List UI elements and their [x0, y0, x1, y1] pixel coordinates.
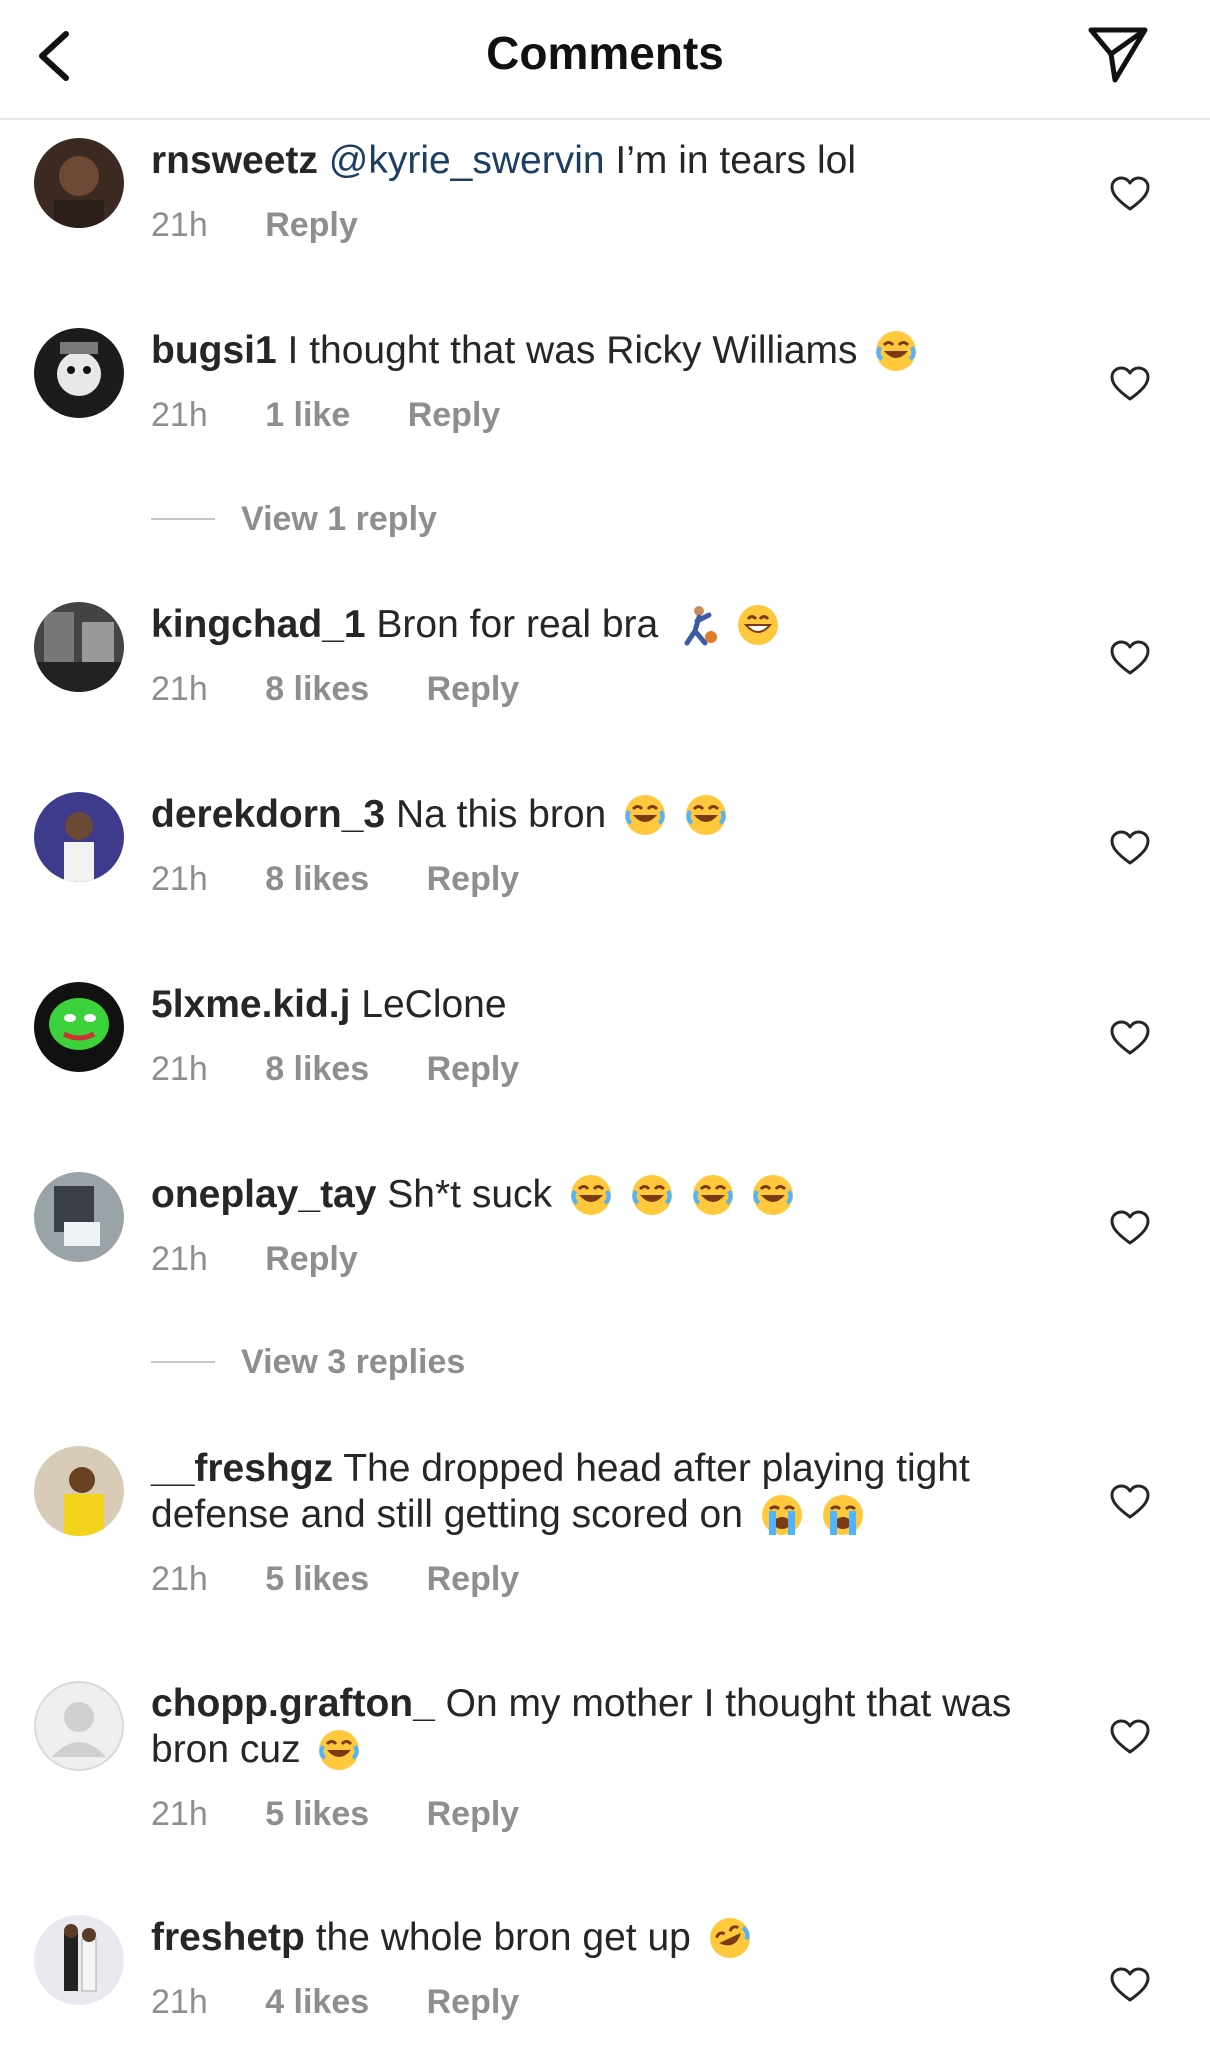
comment-meta: 21h 5 likes Reply [151, 1560, 567, 1599]
timestamp: 21h [151, 206, 208, 244]
reply-button[interactable]: Reply [427, 1795, 520, 1834]
divider [151, 1361, 215, 1363]
laughing-emoji-icon [625, 795, 666, 835]
comment-body: I’m in tears lol [604, 139, 856, 182]
avatar[interactable] [34, 982, 124, 1072]
comment-body: the whole bron get up [304, 1916, 691, 1959]
laughing-emoji-icon [319, 1730, 360, 1770]
reply-button[interactable]: Reply [427, 1050, 520, 1089]
timestamp: 21h [151, 670, 208, 708]
heart-icon[interactable] [1110, 1967, 1150, 2003]
divider [151, 518, 215, 520]
comment-meta: 21h Reply [151, 1240, 406, 1279]
likes-count[interactable]: 8 likes [265, 860, 369, 899]
timestamp: 21h [151, 1795, 208, 1833]
heart-icon[interactable] [1110, 1484, 1150, 1520]
crying-emoji-icon [822, 1495, 863, 1535]
comment-body: LeClone [350, 983, 507, 1026]
comment-text: bugsi1 I thought that was Ricky Williams [151, 328, 1081, 374]
avatar[interactable] [34, 138, 124, 228]
heart-icon[interactable] [1110, 176, 1150, 212]
heart-icon[interactable] [1110, 366, 1150, 402]
comment-meta: 21h 8 likes Reply [151, 1050, 567, 1089]
likes-count[interactable]: 1 like [265, 396, 350, 435]
username[interactable]: bugsi1 [151, 329, 277, 372]
username[interactable]: __freshgz [151, 1447, 333, 1490]
avatar[interactable] [34, 1915, 124, 2005]
laughing-emoji-icon [753, 1175, 794, 1215]
comment-text: freshetp the whole bron get up [151, 1915, 1081, 1961]
crying-emoji-icon [761, 1495, 802, 1535]
timestamp: 21h [151, 1560, 208, 1598]
laughing-emoji-icon [685, 795, 726, 835]
comment-text: __freshgz The dropped head after playing… [151, 1446, 1081, 1538]
avatar[interactable] [34, 328, 124, 418]
avatar[interactable] [34, 1446, 124, 1536]
reply-button[interactable]: Reply [427, 1560, 520, 1599]
heart-icon[interactable] [1110, 1210, 1150, 1246]
comment-meta: 21h 5 likes Reply [151, 1795, 567, 1834]
basketball-player-emoji-icon [684, 606, 718, 646]
timestamp: 21h [151, 860, 208, 898]
reply-button[interactable]: Reply [408, 396, 501, 435]
reply-button[interactable]: Reply [427, 860, 520, 899]
view-replies-label[interactable]: View 3 replies [241, 1343, 465, 1382]
comment-meta: 21h 8 likes Reply [151, 860, 567, 899]
timestamp: 21h [151, 1240, 208, 1278]
comment-body: I thought that was Ricky Williams [276, 329, 858, 372]
reply-button[interactable]: Reply [427, 1983, 520, 2022]
username[interactable]: rnsweetz [151, 139, 318, 182]
page-title: Comments [486, 27, 724, 79]
reply-button[interactable]: Reply [265, 206, 358, 245]
heart-icon[interactable] [1110, 1719, 1150, 1755]
avatar[interactable] [34, 792, 124, 882]
username[interactable]: 5lxme.kid.j [151, 983, 350, 1026]
comment-body: Bron for real bra [365, 603, 659, 646]
grinning-emoji-icon [737, 605, 778, 645]
comment-body: Na this bron [385, 793, 607, 836]
comment-text: kingchad_1 Bron for real bra [151, 602, 1081, 648]
likes-count[interactable]: 4 likes [265, 1983, 369, 2022]
mention-link[interactable]: @kyrie_swervin [329, 139, 605, 182]
laughing-emoji-icon [631, 1175, 672, 1215]
heart-icon[interactable] [1110, 830, 1150, 866]
comment-text: oneplay_tay Sh*t suck [151, 1172, 1081, 1218]
likes-count[interactable]: 5 likes [265, 1795, 369, 1834]
username[interactable]: chopp.grafton_ [151, 1682, 435, 1725]
avatar[interactable] [34, 1172, 124, 1262]
comment-text: derekdorn_3 Na this bron [151, 792, 1081, 838]
username[interactable]: freshetp [151, 1916, 305, 1959]
username[interactable]: derekdorn_3 [151, 793, 385, 836]
laughing-emoji-icon [692, 1175, 733, 1215]
likes-count[interactable]: 5 likes [265, 1560, 369, 1599]
comment-meta: 21h 8 likes Reply [151, 670, 567, 709]
comment-text: chopp.grafton_ On my mother I thought th… [151, 1681, 1081, 1773]
reply-button[interactable]: Reply [427, 670, 520, 709]
timestamp: 21h [151, 1050, 208, 1088]
username[interactable]: oneplay_tay [151, 1173, 376, 1216]
likes-count[interactable]: 8 likes [265, 670, 369, 709]
avatar[interactable] [34, 602, 124, 692]
laughing-emoji-icon [876, 331, 917, 371]
timestamp: 21h [151, 1983, 208, 2021]
heart-icon[interactable] [1110, 640, 1150, 676]
heart-icon[interactable] [1110, 1020, 1150, 1056]
comment-meta: 21h 4 likes Reply [151, 1983, 567, 2022]
send-icon[interactable] [1085, 22, 1151, 88]
rofl-emoji-icon [709, 1918, 750, 1958]
laughing-emoji-icon [570, 1175, 611, 1215]
likes-count[interactable]: 8 likes [265, 1050, 369, 1089]
comment-text: 5lxme.kid.j LeClone [151, 982, 1081, 1028]
comment-meta: 21h 1 like Reply [151, 396, 548, 435]
comment-body: Sh*t suck [376, 1173, 553, 1216]
header-bar: Comments [0, 0, 1210, 120]
reply-button[interactable]: Reply [265, 1240, 358, 1279]
timestamp: 21h [151, 396, 208, 434]
view-replies-label[interactable]: View 1 reply [241, 500, 437, 539]
comment-meta: 21h Reply [151, 206, 406, 245]
avatar[interactable] [34, 1681, 124, 1771]
comment-text: rnsweetz @kyrie_swervin I’m in tears lol [151, 138, 1081, 184]
username[interactable]: kingchad_1 [151, 603, 366, 646]
